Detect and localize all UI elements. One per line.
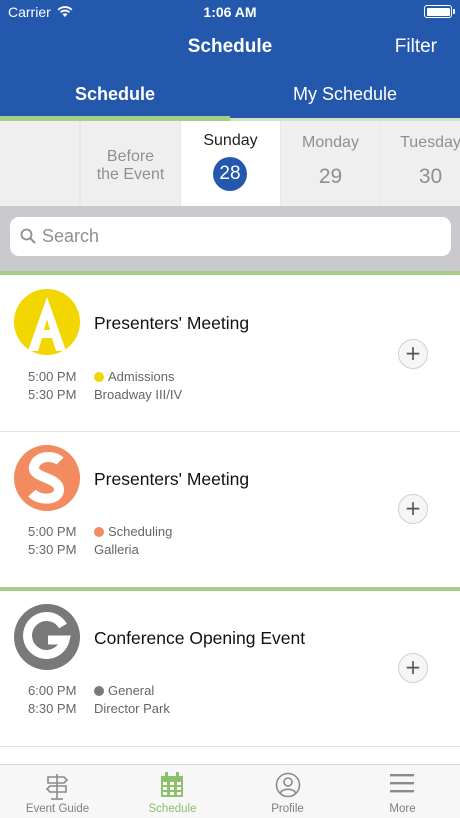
day-monday[interactable]: Monday 29	[281, 121, 380, 206]
track-label: General	[108, 683, 155, 698]
day-name: Sunday	[203, 132, 258, 149]
search-input[interactable]	[42, 221, 442, 251]
day-before-line1: Before	[106, 148, 155, 165]
session-meta: Admissions Broadway III/IV	[94, 368, 182, 404]
session-end: 5:30 PM	[28, 542, 77, 557]
day-before-event[interactable]: Before the Event	[81, 121, 180, 206]
session-start: 6:00 PM	[28, 683, 77, 698]
segment-selected-indicator	[0, 116, 230, 121]
track-logo-scheduling	[14, 445, 80, 511]
track-logo-general	[14, 604, 80, 670]
session-track: General	[94, 682, 170, 700]
session-start: 5:00 PM	[28, 369, 77, 384]
session-end: 5:30 PM	[28, 387, 77, 402]
session-title: Presenters' Meeting	[94, 469, 250, 489]
session-title: Presenters' Meeting	[94, 313, 250, 333]
day-picker: Before the Event Sunday 28 Monday 29 Tue…	[0, 118, 460, 206]
session-times: 6:00 PM 8:30 PM	[28, 682, 76, 718]
tab-bar: Event Guide Schedule Profile More	[0, 764, 460, 818]
day-before-line2: the Event	[96, 166, 165, 183]
session-times: 5:00 PM 5:30 PM	[28, 523, 76, 559]
session-location: Broadway III/IV	[94, 387, 183, 402]
app-header: Carrier 1:06 AM Schedule Filter Schedule…	[0, 0, 460, 118]
session-end: 8:30 PM	[28, 701, 77, 716]
tab-label: Profile	[271, 803, 304, 815]
menu-icon	[390, 774, 414, 793]
search-icon	[20, 228, 36, 244]
tab-label: More	[389, 803, 416, 815]
tab-my-schedule[interactable]: My Schedule	[230, 84, 460, 118]
track-label: Scheduling	[108, 524, 173, 539]
session-location: Galleria	[94, 542, 139, 557]
search-field[interactable]	[10, 217, 451, 256]
track-dot	[94, 372, 104, 382]
day-number: 29	[318, 165, 343, 188]
session-row[interactable]: Conference Opening Event 6:00 PM 8:30 PM…	[0, 591, 460, 746]
tabbar-more[interactable]: More	[345, 765, 460, 818]
session-row[interactable]: Presenters' Meeting 5:00 PM 5:30 PM Admi…	[0, 275, 460, 431]
signpost-icon	[45, 774, 69, 800]
day-number: 30	[418, 165, 443, 188]
tabbar-schedule[interactable]: Schedule	[115, 765, 230, 818]
session-row[interactable]: Presenters' Meeting 5:00 PM 5:30 PM Sche…	[0, 432, 460, 587]
session-track: Scheduling	[94, 523, 172, 541]
calendar-icon	[161, 772, 183, 797]
tab-label: Event Guide	[25, 803, 90, 815]
tabbar-event-guide[interactable]: Event Guide	[0, 765, 115, 818]
day-picker-spacer	[0, 121, 79, 206]
row-divider	[0, 746, 460, 747]
day-number-selected: 28	[213, 157, 247, 191]
battery-icon	[424, 5, 455, 18]
tab-label: Schedule	[148, 803, 197, 815]
day-name: Tuesday	[400, 134, 460, 151]
track-logo-admissions	[14, 289, 80, 355]
track-label: Admissions	[108, 369, 175, 384]
segment-indicator-track	[230, 118, 460, 121]
add-to-schedule-button[interactable]: +	[398, 494, 428, 524]
day-before-label: Before the Event	[81, 148, 180, 184]
add-to-schedule-button[interactable]: +	[398, 339, 428, 369]
session-meta: General Director Park	[94, 682, 170, 718]
session-location: Director Park	[94, 701, 170, 716]
status-time: 1:06 AM	[203, 4, 257, 20]
tabbar-profile[interactable]: Profile	[230, 765, 345, 818]
tab-schedule[interactable]: Schedule	[0, 84, 230, 118]
track-dot	[94, 527, 104, 537]
day-tuesday[interactable]: Tuesday 30	[381, 121, 460, 206]
search-bar	[0, 206, 460, 271]
session-meta: Scheduling Galleria	[94, 523, 172, 559]
session-start: 5:00 PM	[28, 524, 77, 539]
session-track: Admissions	[94, 368, 182, 386]
page-title: Schedule	[187, 36, 273, 57]
day-name: Monday	[302, 134, 359, 151]
status-bar: Carrier 1:06 AM	[0, 0, 460, 24]
session-title: Conference Opening Event	[94, 628, 306, 648]
session-times: 5:00 PM 5:30 PM	[28, 368, 76, 404]
track-dot	[94, 686, 104, 696]
person-circle-icon	[275, 772, 301, 798]
add-to-schedule-button[interactable]: +	[398, 653, 428, 683]
day-sunday[interactable]: Sunday 28	[181, 118, 280, 206]
filter-button[interactable]: Filter	[395, 36, 437, 58]
